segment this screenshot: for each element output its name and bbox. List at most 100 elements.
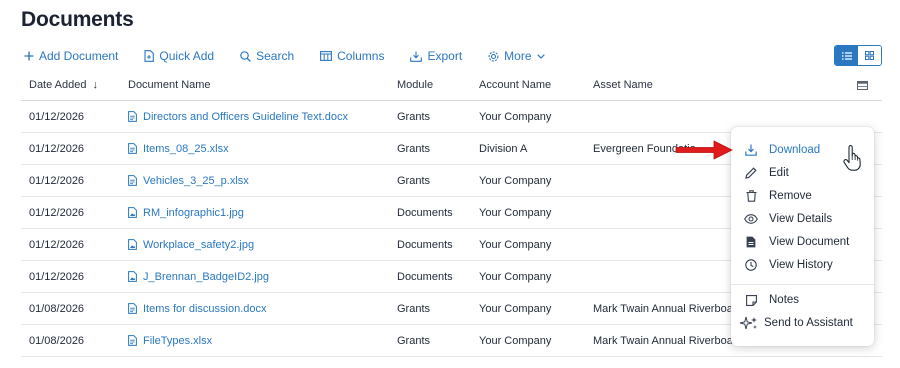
menu-divider xyxy=(731,284,874,285)
header-date-added[interactable]: Date Added ↓ xyxy=(29,70,98,100)
row-account: Your Company xyxy=(479,302,552,315)
menu-item-label: View Document xyxy=(769,236,850,248)
row-asset: Mark Twain Annual Riverboa xyxy=(593,334,733,347)
row-date: 01/12/2026 xyxy=(29,206,85,219)
row-date: 01/12/2026 xyxy=(29,142,85,155)
menu-item-view-history[interactable]: View History xyxy=(731,254,874,276)
row-account: Your Company xyxy=(479,206,552,219)
chevron-down-icon xyxy=(536,53,545,59)
row-document[interactable]: Directors and Officers Guideline Text.do… xyxy=(128,101,348,132)
row-module: Grants xyxy=(397,302,431,315)
file-icon xyxy=(128,111,137,122)
grid-view-button[interactable] xyxy=(858,46,881,65)
export-button[interactable]: Export xyxy=(410,49,462,63)
download-icon xyxy=(744,143,758,157)
row-date: 01/12/2026 xyxy=(29,270,85,283)
file-icon xyxy=(128,335,137,346)
row-document[interactable]: Items for discussion.docx xyxy=(128,293,267,324)
header-date-label: Date Added xyxy=(29,79,87,91)
row-module: Documents xyxy=(397,206,453,219)
file-icon xyxy=(128,303,137,314)
header-asset-name[interactable]: Asset Name xyxy=(593,70,653,100)
add-document-button[interactable]: Add Document xyxy=(24,49,118,63)
add-document-label: Add Document xyxy=(39,49,119,63)
row-date: 01/12/2026 xyxy=(29,238,85,251)
more-label: More xyxy=(504,49,532,63)
search-button[interactable]: Search xyxy=(240,49,294,63)
row-account: Your Company xyxy=(479,110,552,123)
document-link[interactable]: FileTypes.xlsx xyxy=(143,335,212,347)
menu-item-view-details[interactable]: View Details xyxy=(731,208,874,230)
menu-item-label: View Details xyxy=(769,213,833,225)
document-link[interactable]: J_Brennan_BadgeID2.jpg xyxy=(143,271,269,283)
row-module: Documents xyxy=(397,270,453,283)
row-document[interactable]: Vehicles_3_25_p.xlsx xyxy=(128,165,249,196)
document-link[interactable]: Directors and Officers Guideline Text.do… xyxy=(143,111,348,123)
row-document[interactable]: FileTypes.xlsx xyxy=(128,325,212,356)
document-link[interactable]: Items for discussion.docx xyxy=(143,303,267,315)
image-file-icon xyxy=(128,239,137,250)
row-date: 01/12/2026 xyxy=(29,110,85,123)
pencil-icon xyxy=(744,166,758,180)
trash-icon xyxy=(744,189,758,203)
list-icon xyxy=(841,51,852,60)
column-picker-button[interactable] xyxy=(857,70,868,100)
document-link[interactable]: Items_08_25.xlsx xyxy=(143,143,229,155)
gear-icon xyxy=(488,51,499,61)
menu-item-label: Send to Assistant xyxy=(764,317,853,329)
menu-item-label: Edit xyxy=(769,167,789,179)
grid-icon xyxy=(865,51,874,60)
row-account: Your Company xyxy=(479,174,552,187)
document-link[interactable]: Vehicles_3_25_p.xlsx xyxy=(143,175,249,187)
row-module: Grants xyxy=(397,174,431,187)
hand-cursor-icon xyxy=(843,145,861,171)
document-link[interactable]: Workplace_safety2.jpg xyxy=(143,239,254,251)
columns-label: Columns xyxy=(337,49,385,63)
file-icon xyxy=(128,175,137,186)
header-module[interactable]: Module xyxy=(397,70,433,100)
search-icon xyxy=(240,50,251,62)
row-date: 01/08/2026 xyxy=(29,302,85,315)
quick-add-button[interactable]: Quick Add xyxy=(144,49,214,63)
menu-item-send-to-assistant[interactable]: Send to Assistant xyxy=(731,312,874,334)
image-file-icon xyxy=(128,271,137,282)
menu-item-view-document[interactable]: View Document xyxy=(731,231,874,253)
header-account-name[interactable]: Account Name xyxy=(479,70,551,100)
row-account: Your Company xyxy=(479,334,552,347)
note-icon xyxy=(744,293,758,307)
row-document[interactable]: Items_08_25.xlsx xyxy=(128,133,229,164)
row-document[interactable]: RM_infographic1.jpg xyxy=(128,197,244,228)
header-document-name[interactable]: Document Name xyxy=(128,70,211,100)
document-icon xyxy=(744,235,758,249)
toolbar: Add Document Quick Add Search Columns Ex… xyxy=(24,46,571,66)
menu-item-label: Remove xyxy=(769,190,812,202)
red-arrow-annotation xyxy=(675,140,733,160)
columns-button[interactable]: Columns xyxy=(320,49,384,63)
view-toggle xyxy=(834,45,882,66)
eye-icon xyxy=(744,212,758,226)
menu-item-remove[interactable]: Remove xyxy=(731,185,874,207)
row-document[interactable]: J_Brennan_BadgeID2.jpg xyxy=(128,261,269,292)
plus-icon xyxy=(24,51,34,61)
clock-icon xyxy=(744,258,758,272)
row-module: Grants xyxy=(397,142,431,155)
row-module: Grants xyxy=(397,334,431,347)
export-label: Export xyxy=(427,49,463,63)
more-button[interactable]: More xyxy=(488,49,545,63)
row-date: 01/08/2026 xyxy=(29,334,85,347)
menu-item-notes[interactable]: Notes xyxy=(731,289,874,311)
file-icon xyxy=(128,143,137,154)
page-title: Documents xyxy=(21,8,134,31)
document-link[interactable]: RM_infographic1.jpg xyxy=(143,207,244,219)
row-account: Division A xyxy=(479,142,528,155)
search-label: Search xyxy=(256,49,295,63)
row-account: Your Company xyxy=(479,270,552,283)
column-settings-icon xyxy=(857,80,868,90)
list-view-button[interactable] xyxy=(835,46,858,65)
row-module: Grants xyxy=(397,110,431,123)
row-module: Documents xyxy=(397,238,453,251)
document-add-icon xyxy=(144,50,155,62)
row-account: Your Company xyxy=(479,238,552,251)
row-document[interactable]: Workplace_safety2.jpg xyxy=(128,229,254,260)
menu-item-label: Download xyxy=(769,144,821,156)
